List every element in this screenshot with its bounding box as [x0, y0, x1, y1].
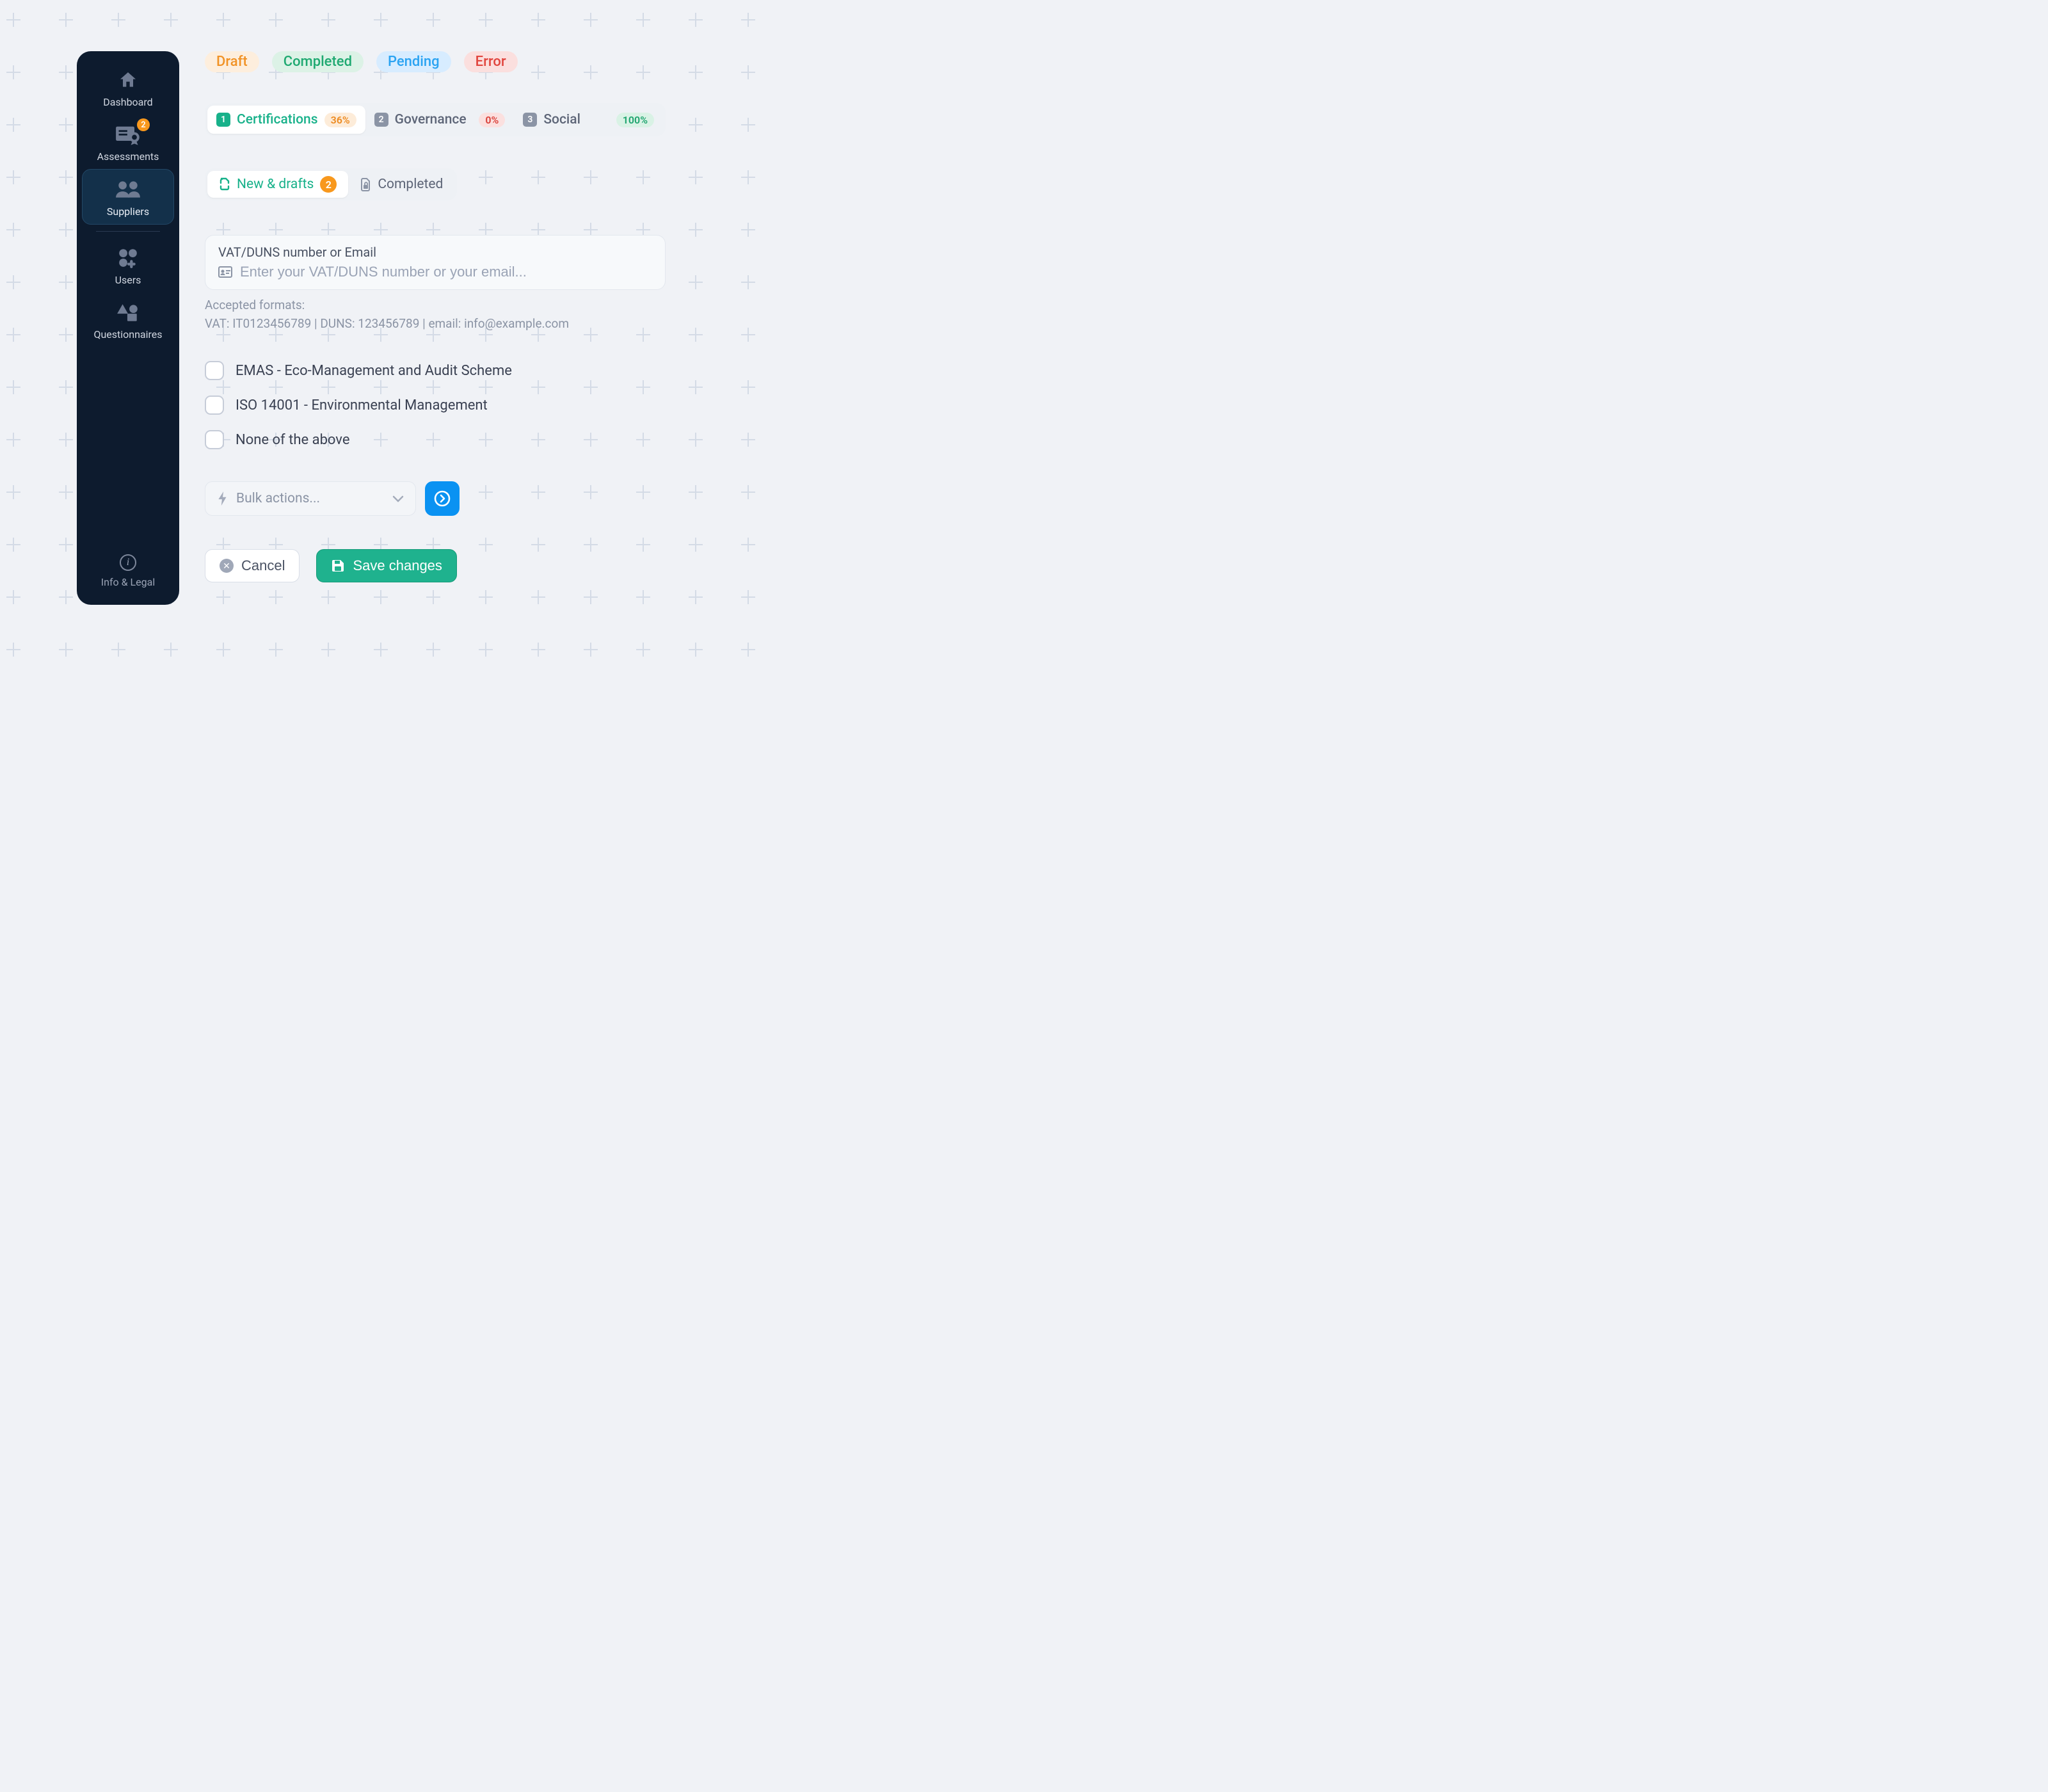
check-label: EMAS - Eco-Management and Audit Scheme — [236, 363, 512, 379]
sidebar-item-questionnaires[interactable]: Questionnaires — [82, 292, 174, 347]
checkbox[interactable] — [205, 361, 224, 380]
sidebar-divider — [96, 231, 161, 232]
status-pill-pending[interactable]: Pending — [376, 51, 451, 72]
shapes-icon — [115, 300, 141, 324]
status-pill-error[interactable]: Error — [464, 51, 518, 72]
tab-new-drafts[interactable]: New & drafts 2 — [207, 171, 348, 198]
button-label: Save changes — [353, 557, 442, 574]
check-label: ISO 14001 - Environmental Management — [236, 397, 488, 413]
sidebar-item-suppliers[interactable]: Suppliers — [82, 169, 174, 225]
status-pill-draft[interactable]: Draft — [205, 51, 259, 72]
chevron-down-icon — [392, 495, 404, 502]
status-pill-row: Draft Completed Pending Error — [205, 51, 691, 72]
tab-completed[interactable]: Completed — [348, 171, 454, 198]
button-label: Cancel — [241, 557, 285, 574]
step-tabs: 1 Certifications 36% 2 Governance 0% 3 S… — [205, 103, 666, 136]
sub-tab-badge: 2 — [320, 176, 337, 193]
input-label: VAT/DUNS number or Email — [218, 244, 652, 260]
sidebar-item-label: Dashboard — [103, 96, 152, 108]
sidebar-item-users[interactable]: Users — [82, 238, 174, 292]
check-label: None of the above — [236, 432, 350, 448]
main-content: Draft Completed Pending Error 1 Certific… — [205, 51, 691, 582]
hint-line: Accepted formats: — [205, 296, 691, 315]
bulk-actions-row: Bulk actions... — [205, 481, 691, 516]
sidebar-item-label: Users — [115, 274, 141, 286]
vat-duns-input[interactable] — [240, 264, 652, 280]
draft-file-icon — [219, 177, 230, 191]
sub-tab-label: Completed — [378, 177, 443, 192]
sub-tab-label: New & drafts — [237, 177, 314, 192]
bulk-actions-select[interactable]: Bulk actions... — [205, 481, 416, 516]
sidebar-item-assessments[interactable]: 2 Assessments — [82, 115, 174, 169]
sidebar-item-label: Assessments — [97, 150, 159, 163]
id-card-icon — [218, 266, 232, 278]
tab-certifications[interactable]: 1 Certifications 36% — [207, 106, 365, 134]
locked-file-icon — [360, 177, 371, 191]
step-label: Governance — [395, 112, 467, 127]
people-icon — [115, 177, 141, 202]
tab-governance[interactable]: 2 Governance 0% — [365, 106, 515, 134]
sub-tabs: New & drafts 2 Completed — [205, 168, 457, 200]
checkbox-list: EMAS - Eco-Management and Audit Scheme I… — [205, 361, 691, 449]
checkbox[interactable] — [205, 396, 224, 415]
sidebar: Dashboard 2 Assessments Suppliers — [77, 51, 179, 605]
sidebar-item-label: Questionnaires — [93, 328, 162, 340]
bulk-submit-button[interactable] — [425, 481, 460, 516]
save-icon — [331, 559, 345, 573]
step-percent: 36% — [324, 113, 356, 127]
step-number: 1 — [216, 113, 230, 127]
bulk-placeholder: Bulk actions... — [236, 491, 320, 506]
tab-social[interactable]: 3 Social 100% — [514, 106, 663, 134]
step-label: Social — [543, 112, 580, 127]
check-item-iso14001[interactable]: ISO 14001 - Environmental Management — [205, 396, 691, 415]
users-grid-icon — [115, 246, 141, 270]
form-footer: ✕ Cancel Save changes — [205, 549, 691, 582]
close-circle-icon: ✕ — [220, 559, 234, 573]
step-number: 3 — [523, 113, 537, 127]
arrow-right-circle-icon — [433, 490, 451, 508]
home-icon — [115, 68, 141, 92]
check-item-emas[interactable]: EMAS - Eco-Management and Audit Scheme — [205, 361, 691, 380]
hint-line: VAT: IT0123456789 | DUNS: 123456789 | em… — [205, 315, 691, 333]
sidebar-info-legal[interactable]: i Info & Legal — [101, 554, 155, 596]
step-label: Certifications — [237, 112, 318, 127]
sidebar-item-label: Suppliers — [107, 205, 149, 218]
sidebar-item-dashboard[interactable]: Dashboard — [82, 60, 174, 115]
checkbox[interactable] — [205, 430, 224, 449]
sidebar-badge: 2 — [137, 118, 150, 131]
check-item-none[interactable]: None of the above — [205, 430, 691, 449]
cancel-button[interactable]: ✕ Cancel — [205, 549, 300, 582]
status-pill-completed[interactable]: Completed — [272, 51, 364, 72]
info-icon: i — [120, 554, 136, 571]
bolt-icon — [217, 492, 228, 506]
input-hint: Accepted formats: VAT: IT0123456789 | DU… — [205, 296, 691, 333]
vat-duns-input-card: VAT/DUNS number or Email — [205, 235, 666, 290]
step-percent: 100% — [616, 113, 654, 127]
step-number: 2 — [374, 113, 388, 127]
step-percent: 0% — [479, 113, 505, 127]
save-button[interactable]: Save changes — [316, 549, 456, 582]
sidebar-footer-label: Info & Legal — [101, 576, 155, 588]
